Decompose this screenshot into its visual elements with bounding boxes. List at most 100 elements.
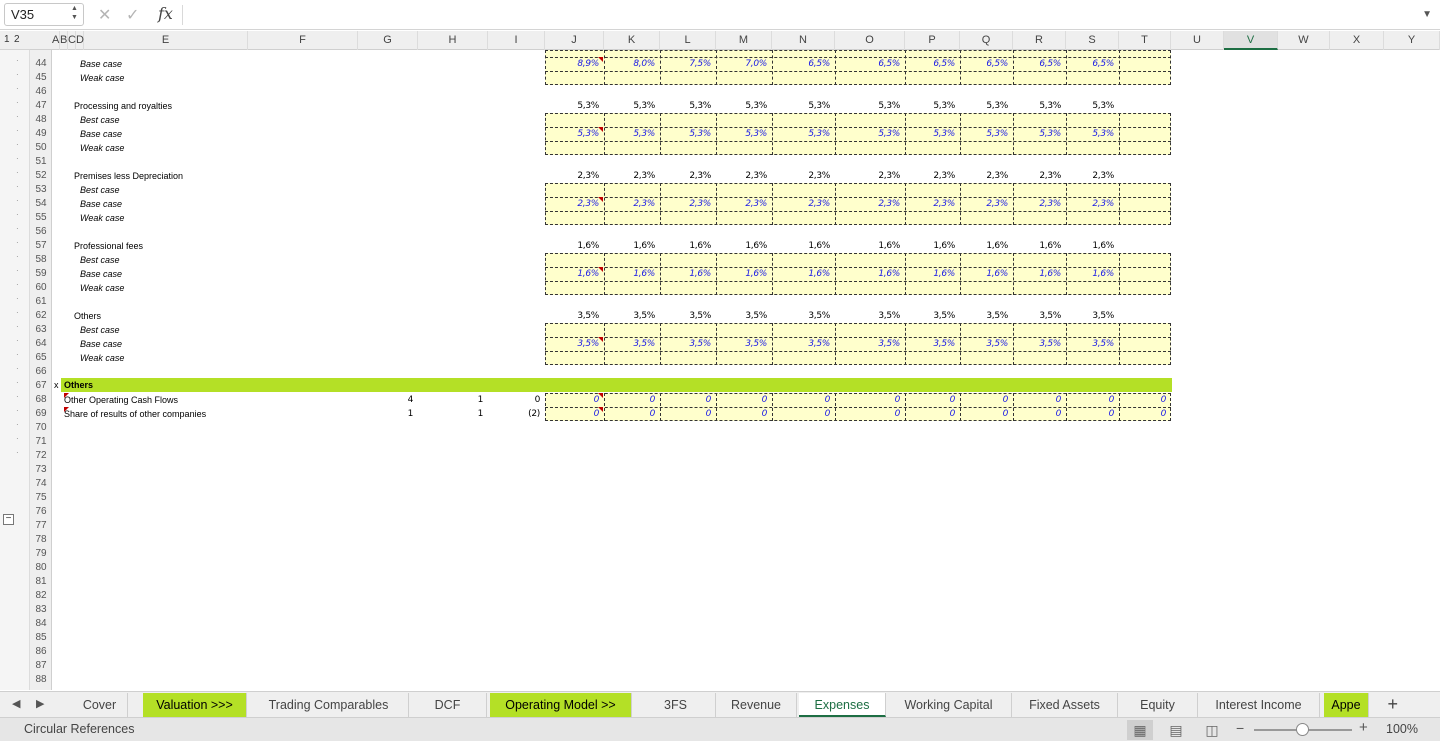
row-header-88[interactable]: 88 <box>30 673 52 687</box>
zoom-out-button[interactable]: − <box>1236 720 1244 736</box>
column-header-h[interactable]: H <box>418 31 488 50</box>
row-header-79[interactable]: 79 <box>30 547 52 561</box>
column-header-p[interactable]: P <box>905 31 960 50</box>
projection-value[interactable]: 0 <box>772 393 831 407</box>
base-case-value[interactable]: 5,3% <box>960 127 1008 141</box>
comment-indicator-icon[interactable] <box>598 407 603 412</box>
column-header-l[interactable]: L <box>660 31 716 50</box>
projection-value[interactable]: 0 <box>960 407 1009 421</box>
base-case-value[interactable]: 3,5% <box>716 337 767 351</box>
sheet-tab-cover[interactable]: Cover <box>72 693 128 717</box>
base-case-value[interactable]: 1,6% <box>604 267 655 281</box>
row-header-68[interactable]: 68 <box>30 393 52 407</box>
base-case-value[interactable]: 3,5% <box>835 337 900 351</box>
column-header-m[interactable]: M <box>716 31 772 50</box>
row-header-50[interactable]: 50 <box>30 141 52 155</box>
base-case-value[interactable]: 5,3% <box>905 127 955 141</box>
base-case-value[interactable]: 3,5% <box>604 337 655 351</box>
base-case-value[interactable]: 2,3% <box>835 197 900 211</box>
row-header-71[interactable]: 71 <box>30 435 52 449</box>
outline-level-1-button[interactable]: 1 <box>4 34 10 45</box>
base-case-value[interactable]: 1,6% <box>1013 267 1061 281</box>
base-case-value[interactable]: 1,6% <box>905 267 955 281</box>
column-header-w[interactable]: W <box>1278 31 1330 50</box>
status-message[interactable]: Circular References <box>24 722 134 736</box>
row-header-77[interactable]: 77 <box>30 519 52 533</box>
projection-value[interactable]: 0 <box>835 407 901 421</box>
base-case-value[interactable]: 3,5% <box>1013 337 1061 351</box>
comment-indicator-icon[interactable] <box>598 393 603 398</box>
column-header-r[interactable]: R <box>1013 31 1066 50</box>
column-header-k[interactable]: K <box>604 31 660 50</box>
sheet-tab-interest-income[interactable]: Interest Income <box>1198 693 1320 717</box>
base-case-value[interactable]: 2,3% <box>604 197 655 211</box>
row-header-47[interactable]: 47 <box>30 99 52 113</box>
column-header-o[interactable]: O <box>835 31 905 50</box>
projection-value[interactable]: 0 <box>1013 407 1062 421</box>
projection-value[interactable]: 0 <box>905 407 956 421</box>
page-break-view-icon[interactable]: ◫ <box>1199 720 1225 740</box>
comment-indicator-icon[interactable] <box>598 337 603 342</box>
comment-indicator-icon[interactable] <box>598 127 603 132</box>
column-header-b[interactable]: B <box>60 31 68 50</box>
sheet-tab-revenue[interactable]: Revenue <box>716 693 797 717</box>
projection-value[interactable]: 0 <box>905 393 956 407</box>
outline-level-2-button[interactable]: 2 <box>14 34 20 45</box>
base-case-value[interactable]: 8,9% <box>545 57 599 71</box>
projection-value[interactable]: 0 <box>545 407 600 421</box>
base-case-value[interactable]: 5,3% <box>660 127 711 141</box>
base-case-value[interactable]: 3,5% <box>1066 337 1114 351</box>
formula-bar-expand-icon[interactable]: ▼ <box>1422 9 1432 20</box>
base-case-value[interactable]: 2,3% <box>716 197 767 211</box>
base-case-value[interactable]: 1,6% <box>1066 267 1114 281</box>
base-case-value[interactable]: 5,3% <box>545 127 599 141</box>
cancel-x-icon[interactable]: ✕ <box>98 5 111 25</box>
column-header-s[interactable]: S <box>1066 31 1119 50</box>
projection-value[interactable]: 0 <box>1119 393 1167 407</box>
base-case-value[interactable]: 5,3% <box>1013 127 1061 141</box>
row-header-87[interactable]: 87 <box>30 659 52 673</box>
base-case-value[interactable]: 5,3% <box>1066 127 1114 141</box>
scroll-tabs-left-icon[interactable]: ◀ <box>12 697 20 710</box>
column-header-q[interactable]: Q <box>960 31 1013 50</box>
base-case-value[interactable]: 5,3% <box>772 127 830 141</box>
sheet-tab-equity[interactable]: Equity <box>1118 693 1198 717</box>
column-header-e[interactable]: E <box>84 31 248 50</box>
row-header-56[interactable]: 56 <box>30 225 52 239</box>
row-header-60[interactable]: 60 <box>30 281 52 295</box>
column-header-i[interactable]: I <box>488 31 545 50</box>
base-case-value[interactable]: 6,5% <box>1066 57 1114 71</box>
comment-indicator-icon[interactable] <box>598 197 603 202</box>
base-case-value[interactable]: 1,6% <box>716 267 767 281</box>
row-header-57[interactable]: 57 <box>30 239 52 253</box>
row-header-62[interactable]: 62 <box>30 309 52 323</box>
comment-indicator-icon[interactable] <box>598 57 603 62</box>
base-case-value[interactable]: 2,3% <box>1066 197 1114 211</box>
column-header-j[interactable]: J <box>545 31 604 50</box>
base-case-value[interactable]: 5,3% <box>604 127 655 141</box>
column-header-n[interactable]: N <box>772 31 835 50</box>
scroll-tabs-right-icon[interactable]: ▶ <box>36 697 44 710</box>
zoom-in-button[interactable]: + <box>1359 719 1368 736</box>
row-header-82[interactable]: 82 <box>30 589 52 603</box>
add-sheet-button[interactable]: + <box>1387 694 1398 715</box>
base-case-value[interactable]: 2,3% <box>1013 197 1061 211</box>
sheet-tab-3fs[interactable]: 3FS <box>636 693 716 717</box>
comment-indicator-icon[interactable] <box>64 407 69 412</box>
comment-indicator-icon[interactable] <box>64 393 69 398</box>
column-header-a[interactable]: A <box>52 31 60 50</box>
row-header-80[interactable]: 80 <box>30 561 52 575</box>
base-case-value[interactable]: 1,6% <box>660 267 711 281</box>
base-case-value[interactable]: 5,3% <box>835 127 900 141</box>
base-case-value[interactable]: 7,0% <box>716 57 767 71</box>
name-box-stepper-icon[interactable]: ▲ ▼ <box>71 4 78 22</box>
base-case-value[interactable]: 2,3% <box>905 197 955 211</box>
sheet-tab-appe[interactable]: Appe <box>1324 693 1369 717</box>
base-case-value[interactable]: 6,5% <box>772 57 830 71</box>
page-layout-view-icon[interactable]: ▤ <box>1163 720 1189 740</box>
checkmark-icon[interactable]: ✓ <box>126 5 139 25</box>
projection-value[interactable]: 0 <box>1119 407 1167 421</box>
row-header-86[interactable]: 86 <box>30 645 52 659</box>
row-header-61[interactable]: 61 <box>30 295 52 309</box>
row-header-70[interactable]: 70 <box>30 421 52 435</box>
